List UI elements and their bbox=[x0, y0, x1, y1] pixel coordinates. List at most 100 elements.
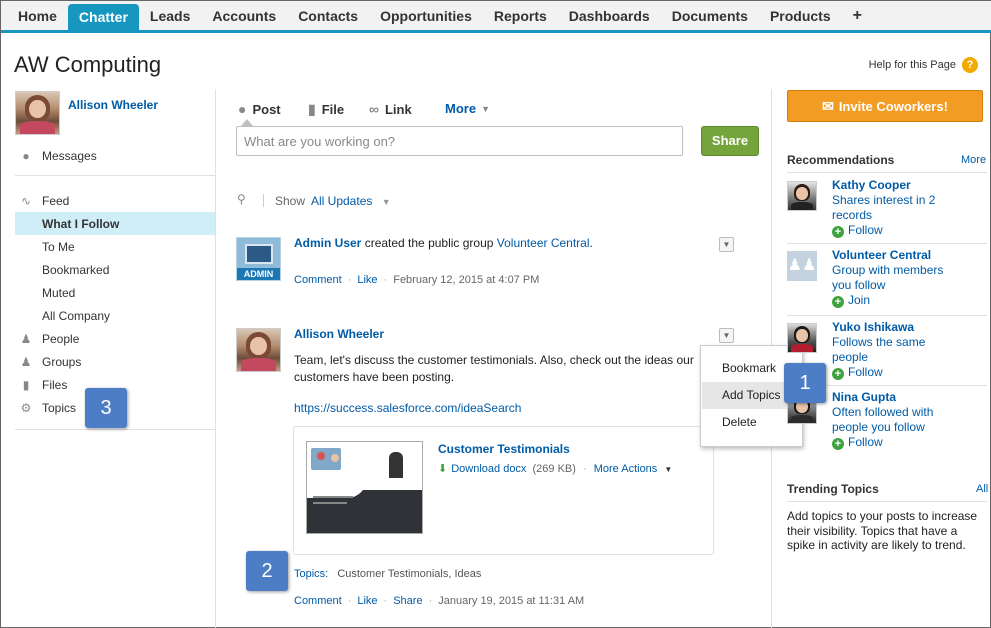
post-actions: Comment · Like · Share · January 19, 2015 at 1… bbox=[294, 595, 585, 607]
follow-button[interactable]: + Follow bbox=[832, 435, 883, 450]
share-button[interactable]: Share bbox=[701, 126, 759, 156]
topics-value[interactable]: Customer Testimonials, Ideas bbox=[337, 568, 481, 580]
help-icon[interactable]: ? bbox=[962, 57, 978, 73]
sidebar-item-people[interactable]: ♟ People bbox=[15, 327, 215, 350]
attachment-title-link[interactable]: Customer Testimonials bbox=[438, 442, 570, 456]
admin-avatar[interactable]: ADMIN bbox=[236, 237, 281, 281]
invite-coworkers-button[interactable]: ✉ Invite Coworkers! bbox=[787, 90, 983, 122]
add-tab-icon[interactable]: + bbox=[842, 1, 873, 30]
tab-accounts[interactable]: Accounts bbox=[201, 1, 287, 30]
page-title: AW Computing bbox=[14, 52, 162, 77]
recommendation-desc-line: people bbox=[832, 350, 869, 364]
comment-link[interactable]: Comment bbox=[294, 274, 342, 286]
sidebar-item-messages[interactable]: ● Messages bbox=[15, 144, 215, 167]
tab-leads[interactable]: Leads bbox=[139, 1, 201, 30]
post-text: created the public group bbox=[361, 236, 497, 250]
tab-chatter[interactable]: Chatter bbox=[67, 4, 139, 30]
divider bbox=[15, 175, 215, 176]
post-url-link[interactable]: https://success.salesforce.com/ideaSearc… bbox=[294, 401, 521, 415]
file-icon: ▮ bbox=[22, 377, 30, 392]
user-avatar[interactable] bbox=[15, 91, 60, 135]
follow-button[interactable]: + Follow bbox=[832, 365, 883, 380]
group-icon: ♟ bbox=[20, 354, 32, 369]
callout-3: 3 bbox=[85, 388, 127, 428]
recommendation-name-link[interactable]: Kathy Cooper bbox=[832, 178, 911, 192]
like-link[interactable]: Like bbox=[357, 595, 377, 607]
more-actions-link[interactable]: More Actions bbox=[594, 463, 658, 475]
publisher-tab-file[interactable]: ▮ File bbox=[308, 101, 344, 118]
gear-icon: ⚙ bbox=[20, 400, 32, 415]
tab-dashboards[interactable]: Dashboards bbox=[558, 1, 661, 30]
divider bbox=[787, 315, 987, 316]
publisher-tab-label: File bbox=[321, 102, 345, 117]
sidebar-item-to-me[interactable]: To Me bbox=[15, 235, 215, 258]
comment-link[interactable]: Comment bbox=[294, 595, 342, 607]
tab-contacts[interactable]: Contacts bbox=[287, 1, 369, 30]
sidebar-item-bookmarked[interactable]: Bookmarked bbox=[15, 258, 215, 281]
publisher-tab-label: Post bbox=[252, 101, 281, 117]
download-link[interactable]: Download docx bbox=[451, 463, 526, 475]
sidebar-item-all-company[interactable]: All Company bbox=[15, 304, 215, 327]
tab-home[interactable]: Home bbox=[7, 1, 68, 30]
post-topics: Topics: Customer Testimonials, Ideas bbox=[294, 568, 481, 580]
group-avatar[interactable]: ♟♟ bbox=[787, 251, 817, 281]
recommendation-avatar[interactable] bbox=[787, 323, 817, 353]
post-author-avatar[interactable] bbox=[236, 328, 281, 372]
follow-label: Follow bbox=[848, 223, 883, 237]
tab-products[interactable]: Products bbox=[759, 1, 842, 30]
pulse-icon: ∿ bbox=[20, 193, 32, 208]
sidebar-item-label: Topics bbox=[42, 400, 77, 415]
trending-topics-heading: Trending Topics bbox=[787, 482, 879, 496]
post-timestamp[interactable]: January 19, 2015 at 11:31 AM bbox=[438, 595, 584, 607]
sidebar-item-label: Messages bbox=[42, 148, 97, 163]
sidebar-item-muted[interactable]: Muted bbox=[15, 281, 215, 304]
sidebar-item-label: Files bbox=[42, 377, 68, 392]
join-button[interactable]: + Join bbox=[832, 293, 870, 308]
recommendation-avatar[interactable] bbox=[787, 181, 817, 211]
follow-button[interactable]: + Follow bbox=[832, 223, 883, 238]
plus-icon: + bbox=[832, 296, 844, 308]
post-menu-button[interactable]: ▼ bbox=[719, 237, 734, 252]
top-nav: Home Chatter Leads Accounts Contacts Opp… bbox=[1, 1, 991, 33]
like-link[interactable]: Like bbox=[357, 274, 377, 286]
trending-all-link[interactable]: All bbox=[976, 483, 988, 495]
chevron-down-icon: ▼ bbox=[381, 197, 391, 207]
post-timestamp[interactable]: February 12, 2015 at 4:07 PM bbox=[393, 274, 539, 286]
recommendations-more-link[interactable]: More bbox=[961, 154, 986, 166]
filter-dropdown[interactable]: All Updates ▼ bbox=[311, 194, 391, 208]
sidebar-item-feed[interactable]: ∿ Feed bbox=[15, 189, 215, 212]
publisher-tab-link[interactable]: ∞ Link bbox=[369, 101, 412, 117]
file-thumbnail[interactable] bbox=[306, 441, 423, 534]
chain-link-icon: ∞ bbox=[369, 101, 379, 117]
recommendation-name-link[interactable]: Volunteer Central bbox=[832, 248, 931, 262]
topics-label-link[interactable]: Topics: bbox=[294, 568, 328, 580]
publisher-tab-post[interactable]: ● Post bbox=[238, 101, 281, 117]
post-body-line: Team, let's discuss the customer testimo… bbox=[294, 353, 694, 367]
recommendation-name-link[interactable]: Yuko Ishikawa bbox=[832, 320, 914, 334]
feed-search-icon[interactable]: ⚲ bbox=[237, 192, 246, 206]
share-link[interactable]: Share bbox=[393, 595, 422, 607]
tab-reports[interactable]: Reports bbox=[483, 1, 558, 30]
sidebar-item-groups[interactable]: ♟ Groups bbox=[15, 350, 215, 373]
recommendation-name-link[interactable]: Nina Gupta bbox=[832, 390, 896, 404]
post-input[interactable]: What are you working on? bbox=[236, 126, 683, 156]
sidebar-item-label: Groups bbox=[42, 354, 82, 369]
user-name-link[interactable]: Allison Wheeler bbox=[68, 98, 158, 112]
plus-icon: + bbox=[832, 368, 844, 380]
post-author-link[interactable]: Admin User bbox=[294, 236, 361, 250]
trending-text-line: their visibility. Topics that have a bbox=[787, 523, 958, 538]
recommendation-desc: Group with members you follow bbox=[832, 263, 943, 293]
publisher-tab-more[interactable]: More ▼ bbox=[445, 101, 490, 116]
recommendation-desc-line: Group with members bbox=[832, 263, 944, 277]
post-author-link[interactable]: Allison Wheeler bbox=[294, 327, 384, 341]
join-label: Join bbox=[848, 293, 871, 307]
tab-documents[interactable]: Documents bbox=[661, 1, 759, 30]
follow-label: Follow bbox=[848, 435, 883, 449]
post-menu-button[interactable]: ▼ bbox=[719, 328, 734, 343]
group-link[interactable]: Volunteer Central bbox=[497, 236, 590, 250]
sidebar-item-what-i-follow[interactable]: What I Follow bbox=[15, 212, 215, 235]
file-size: (269 KB) bbox=[532, 463, 576, 475]
help-link[interactable]: Help for this Page bbox=[869, 59, 956, 71]
tab-opportunities[interactable]: Opportunities bbox=[369, 1, 483, 30]
recommendation-desc: Often followed with people you follow bbox=[832, 405, 933, 435]
